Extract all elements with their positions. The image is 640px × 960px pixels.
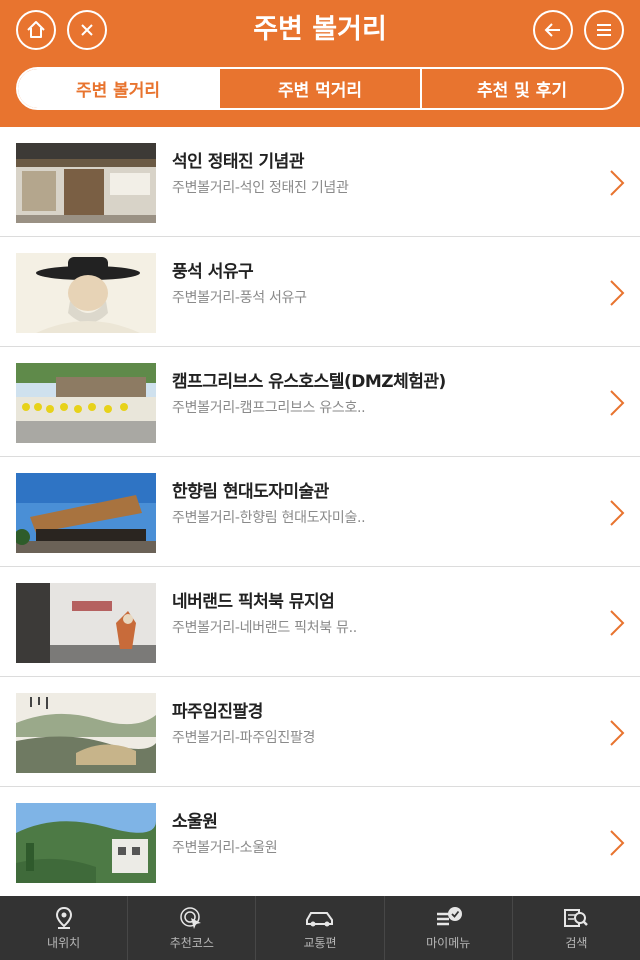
item-subtitle: 주변볼거리-풍석 서유구: [172, 290, 307, 306]
location-pin-icon: [54, 906, 74, 930]
app-header: 주변 볼거리 주변 볼거리 주변 먹거리 추천 및 후기: [0, 0, 640, 127]
item-title: 풍석 서유구: [172, 262, 254, 282]
item-subtitle: 주변볼거리-석인 정태진 기념관: [172, 180, 349, 196]
tab-bar: 주변 볼거리 주변 먹거리 추천 및 후기: [16, 67, 624, 110]
item-title: 네버랜드 픽처북 뮤지엄: [172, 592, 335, 612]
list-item[interactable]: 캠프그리브스 유스호스텔(DMZ체험관) 주변볼거리-캠프그리브스 유스호..: [0, 347, 640, 457]
menu-button[interactable]: [584, 10, 624, 50]
nav-recommended-course[interactable]: 추천코스: [127, 896, 255, 960]
nav-transport[interactable]: 교통편: [255, 896, 383, 960]
item-subtitle: 주변볼거리-한향림 현대도자미술..: [172, 510, 366, 526]
back-arrow-icon: [544, 23, 560, 37]
tab-recommend-reviews[interactable]: 추천 및 후기: [420, 69, 622, 108]
nav-label: 추천코스: [169, 935, 214, 950]
nav-search[interactable]: 검색: [511, 896, 640, 960]
item-title: 캠프그리브스 유스호스텔(DMZ체험관): [172, 372, 446, 392]
chevron-right-icon: [610, 170, 625, 196]
item-title: 파주임진팔경: [172, 702, 263, 722]
list-item[interactable]: 석인 정태진 기념관 주변볼거리-석인 정태진 기념관: [0, 127, 640, 237]
chevron-right-icon: [610, 610, 625, 636]
search-icon: [562, 906, 590, 930]
item-thumbnail: [16, 583, 156, 663]
nav-label: 내위치: [47, 935, 81, 950]
tab-nearby-sights[interactable]: 주변 볼거리: [18, 69, 218, 108]
item-thumbnail: [16, 693, 156, 773]
item-subtitle: 주변볼거리-소울원: [172, 840, 278, 856]
nav-my-menu[interactable]: 마이메뉴: [383, 896, 512, 960]
item-thumbnail: [16, 253, 156, 333]
item-subtitle: 주변볼거리-파주임진팔경: [172, 730, 316, 746]
item-subtitle: 주변볼거리-캠프그리브스 유스호..: [172, 400, 366, 416]
nav-my-location[interactable]: 내위치: [0, 896, 127, 960]
chevron-right-icon: [610, 720, 625, 746]
list-item[interactable]: 네버랜드 픽처북 뮤지엄 주변볼거리-네버랜드 픽처북 뮤..: [0, 567, 640, 677]
chevron-right-icon: [610, 500, 625, 526]
item-thumbnail: [16, 473, 156, 553]
nav-label: 마이메뉴: [426, 935, 471, 950]
my-menu-icon: [433, 906, 463, 930]
menu-icon: [597, 24, 611, 36]
item-title: 석인 정태진 기념관: [172, 152, 304, 172]
target-cursor-icon: [179, 906, 205, 930]
car-icon: [304, 906, 336, 930]
chevron-right-icon: [610, 390, 625, 416]
item-title: 소울원: [172, 812, 218, 832]
list-item[interactable]: 한향림 현대도자미술관 주변볼거리-한향림 현대도자미술..: [0, 457, 640, 567]
nav-label: 검색: [565, 935, 588, 950]
back-button[interactable]: [533, 10, 573, 50]
tab-nearby-food[interactable]: 주변 먹거리: [218, 69, 420, 108]
nav-label: 교통편: [303, 935, 337, 950]
item-thumbnail: [16, 803, 156, 883]
attraction-list: 석인 정태진 기념관 주변볼거리-석인 정태진 기념관 풍석 서유구 주변볼거리…: [0, 127, 640, 897]
chevron-right-icon: [610, 280, 625, 306]
item-thumbnail: [16, 363, 156, 443]
item-thumbnail: [16, 143, 156, 223]
item-subtitle: 주변볼거리-네버랜드 픽처북 뮤..: [172, 620, 357, 636]
chevron-right-icon: [610, 830, 625, 856]
list-item[interactable]: 풍석 서유구 주변볼거리-풍석 서유구: [0, 237, 640, 347]
item-title: 한향림 현대도자미술관: [172, 482, 329, 502]
bottom-nav: 내위치 추천코스 교통편 마이메뉴 검색: [0, 896, 640, 960]
list-item[interactable]: 소울원 주변볼거리-소울원: [0, 787, 640, 897]
list-item[interactable]: 파주임진팔경 주변볼거리-파주임진팔경: [0, 677, 640, 787]
